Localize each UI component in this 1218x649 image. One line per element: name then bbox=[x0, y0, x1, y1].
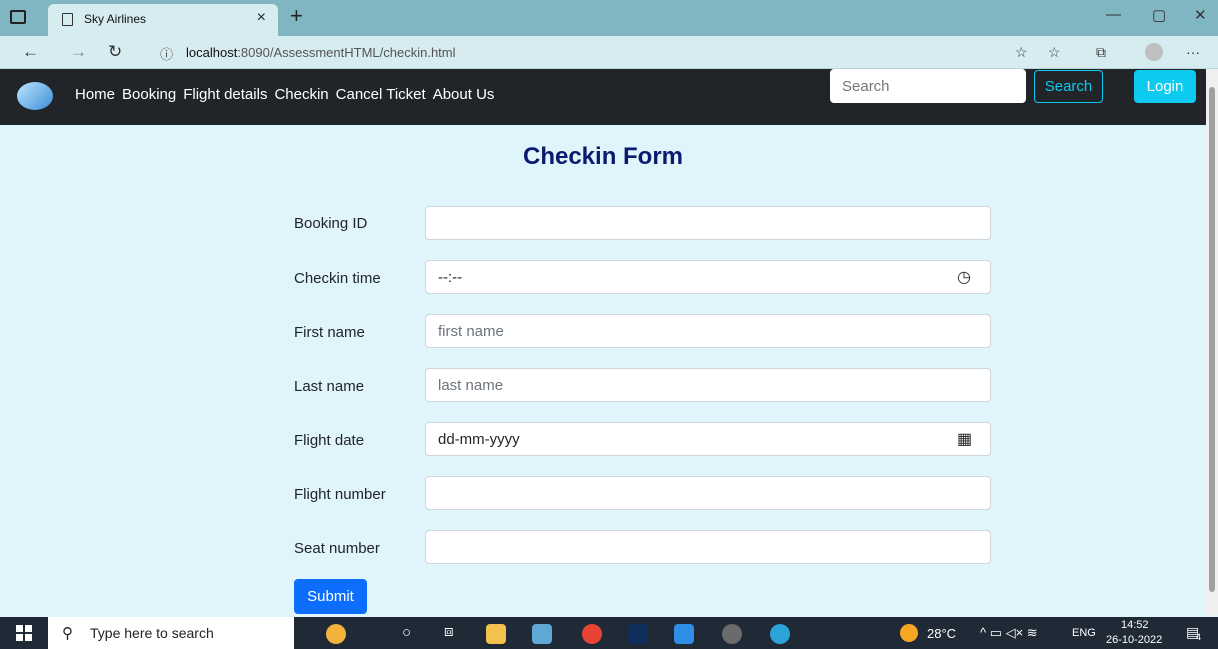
weather-icon[interactable] bbox=[900, 624, 918, 642]
login-button[interactable]: Login bbox=[1134, 70, 1196, 103]
close-tab-icon[interactable]: × bbox=[257, 9, 266, 27]
notepad-icon[interactable] bbox=[532, 624, 552, 644]
windows-taskbar: ⚲ Type here to search ○ ⧈ 28°C ^ ▭ ◁× ≋ … bbox=[0, 617, 1218, 649]
taskbar-search-box[interactable]: ⚲ Type here to search bbox=[48, 617, 294, 649]
flight-number-field[interactable] bbox=[425, 476, 991, 510]
submit-button[interactable]: Submit bbox=[294, 579, 367, 614]
new-tab-button[interactable]: + bbox=[290, 3, 303, 29]
windows-start-icon[interactable] bbox=[16, 625, 32, 641]
airline-logo[interactable] bbox=[17, 82, 53, 110]
more-options-icon[interactable]: ··· bbox=[1186, 44, 1200, 60]
close-window-icon[interactable]: ✕ bbox=[1194, 6, 1207, 24]
mysql-icon[interactable] bbox=[628, 624, 648, 644]
browser-titlebar: Sky Airlines × + — ▢ ✕ bbox=[0, 0, 1218, 36]
page-icon bbox=[62, 13, 73, 26]
flight-number-label: Flight number bbox=[294, 486, 386, 503]
edge-icon[interactable] bbox=[770, 624, 790, 644]
seat-number-field[interactable] bbox=[425, 530, 991, 564]
task-view-icon[interactable]: ⧈ bbox=[444, 623, 454, 640]
search-button[interactable]: Search bbox=[1034, 70, 1103, 103]
scrollbar-thumb[interactable] bbox=[1209, 87, 1215, 592]
flight-date-label: Flight date bbox=[294, 432, 365, 449]
last-name-label: Last name bbox=[294, 378, 365, 395]
url-text: localhost:8090/AssessmentHTML/checkin.ht… bbox=[186, 45, 456, 60]
nav-link-checkin[interactable]: Checkin bbox=[274, 86, 328, 103]
nav-link-booking[interactable]: Booking bbox=[122, 86, 176, 103]
notification-count: 4 bbox=[1196, 632, 1202, 642]
search-icon: ⚲ bbox=[62, 625, 73, 642]
browser-tab[interactable]: Sky Airlines × bbox=[48, 4, 278, 36]
taskbar-search-placeholder: Type here to search bbox=[90, 625, 214, 641]
profile-avatar[interactable] bbox=[1145, 43, 1163, 61]
nav-link-home[interactable]: Home bbox=[75, 86, 115, 103]
checkin-time-field[interactable] bbox=[425, 260, 991, 294]
favorite-add-icon[interactable]: ☆ bbox=[1015, 44, 1028, 61]
search-input[interactable] bbox=[830, 69, 1026, 103]
site-navbar: Home Booking Flight details Checkin Canc… bbox=[0, 69, 1206, 125]
collections-icon[interactable]: ⧉ bbox=[1096, 44, 1106, 61]
file-explorer-icon[interactable] bbox=[486, 624, 506, 644]
nav-link-about-us[interactable]: About Us bbox=[433, 86, 495, 103]
cortana-icon[interactable]: ○ bbox=[402, 624, 411, 641]
favorites-icon[interactable]: ☆ bbox=[1048, 44, 1061, 61]
clock-time[interactable]: 14:52 bbox=[1121, 619, 1149, 631]
clock-date[interactable]: 26-10-2022 bbox=[1106, 634, 1162, 646]
system-tray-icons[interactable]: ^ ▭ ◁× ≋ bbox=[980, 625, 1038, 641]
minimize-icon[interactable]: — bbox=[1106, 6, 1121, 23]
first-name-label: First name bbox=[294, 324, 365, 341]
maximize-icon[interactable]: ▢ bbox=[1152, 6, 1166, 24]
calendar-icon[interactable]: ▦ bbox=[957, 429, 972, 449]
refresh-icon[interactable]: ↻ bbox=[108, 42, 122, 62]
first-name-field[interactable] bbox=[425, 314, 991, 348]
tab-actions-icon[interactable] bbox=[10, 10, 26, 24]
booking-id-field[interactable] bbox=[425, 206, 991, 240]
vscode-icon[interactable] bbox=[674, 624, 694, 644]
last-name-field[interactable] bbox=[425, 368, 991, 402]
search-highlight-icon[interactable] bbox=[326, 624, 346, 644]
clock-icon[interactable]: ◷ bbox=[957, 267, 971, 287]
nav-links: Home Booking Flight details Checkin Canc… bbox=[75, 86, 494, 103]
flight-date-field[interactable] bbox=[425, 422, 991, 456]
temperature-text[interactable]: 28°C bbox=[927, 626, 956, 641]
tab-title: Sky Airlines bbox=[84, 12, 147, 26]
chrome-icon[interactable] bbox=[582, 624, 602, 644]
page-scrollbar[interactable] bbox=[1206, 69, 1218, 615]
seat-number-label: Seat number bbox=[294, 540, 380, 557]
page-title: Checkin Form bbox=[522, 143, 684, 170]
back-icon[interactable]: ← bbox=[22, 42, 39, 62]
forward-icon[interactable]: → bbox=[70, 42, 87, 62]
address-bar-row: ← → ↻ ⓘ localhost:8090/AssessmentHTML/ch… bbox=[0, 36, 1218, 69]
url-field[interactable]: ⓘ localhost:8090/AssessmentHTML/checkin.… bbox=[148, 39, 1008, 66]
site-info-icon[interactable]: ⓘ bbox=[160, 44, 173, 63]
nav-link-cancel-ticket[interactable]: Cancel Ticket bbox=[336, 86, 426, 103]
nav-link-flight-details[interactable]: Flight details bbox=[183, 86, 267, 103]
checkin-time-label: Checkin time bbox=[294, 270, 381, 287]
booking-id-label: Booking ID bbox=[294, 215, 368, 232]
language-indicator[interactable]: ENG bbox=[1072, 627, 1096, 639]
settings-app-icon[interactable] bbox=[722, 624, 742, 644]
